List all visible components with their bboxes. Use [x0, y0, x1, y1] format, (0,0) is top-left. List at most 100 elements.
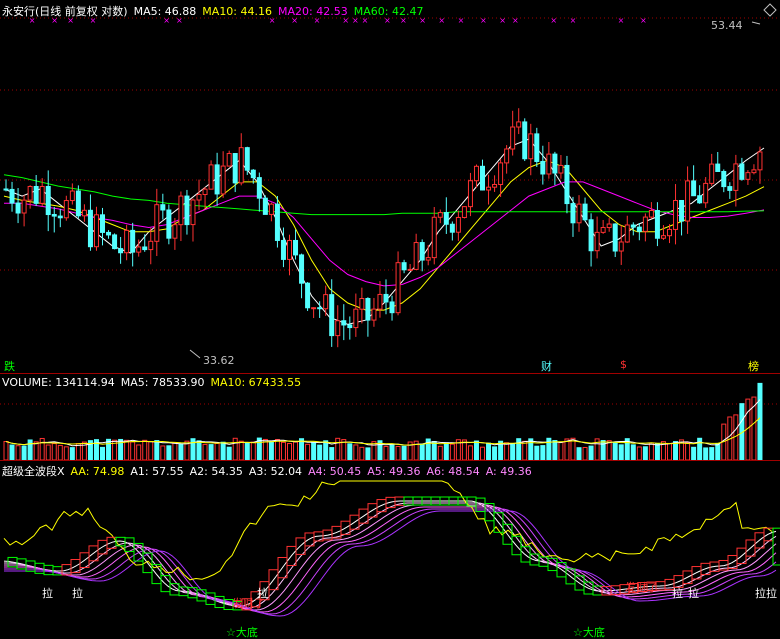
candle-body [106, 231, 112, 236]
volume-bar [232, 437, 238, 460]
candle-body [648, 210, 654, 218]
candle-body [757, 151, 763, 171]
a2-value: A2: 54.35 [189, 465, 243, 478]
ma-line-ma10 [3, 159, 765, 311]
volume-bar [516, 438, 522, 460]
signal-la: 拉 [755, 587, 766, 600]
candle-body [359, 298, 365, 310]
candle-body [63, 200, 69, 219]
volume-bar [27, 439, 33, 460]
candle-body [486, 186, 492, 191]
indicator-band-line [4, 508, 777, 615]
signal-dadi: ☆大底 [573, 626, 605, 639]
indicator-chart-canvas[interactable] [0, 461, 780, 639]
candle-body [232, 153, 238, 184]
candle-body [256, 177, 262, 199]
volume-bar [642, 446, 648, 460]
candle-body [703, 182, 709, 204]
low-price-label: 33.62 [203, 354, 235, 367]
candle-body [540, 160, 546, 175]
volume-bar [654, 443, 660, 460]
volume-bar [467, 445, 473, 460]
volume-value: VOLUME: 134114.94 [2, 376, 115, 389]
marker-bang[interactable]: 榜 [748, 358, 759, 374]
volume-bar [473, 440, 479, 460]
volume-bar [274, 438, 280, 460]
volume-bar [673, 441, 679, 460]
candle-body [202, 188, 208, 196]
volume-ma5-line [5, 399, 761, 447]
candle-body [100, 214, 106, 233]
a4-value: A4: 50.45 [308, 465, 362, 478]
signal-x-marker: × [618, 16, 625, 25]
a-value: A: 49.36 [485, 465, 532, 478]
candle-body [510, 126, 516, 150]
volume-bar [45, 444, 51, 460]
candle-body [558, 164, 564, 174]
candle-body [383, 293, 389, 303]
volume-bar [51, 443, 57, 460]
candle-body [377, 293, 383, 310]
candle-body [154, 204, 160, 242]
candle-body [244, 147, 250, 171]
ma20-value: MA20: 42.53 [278, 5, 348, 18]
candle-body [81, 209, 87, 217]
volume-bar [666, 442, 672, 460]
volume-bar [178, 443, 184, 460]
volume-bar [703, 447, 709, 460]
price-pane[interactable]: × × × × × × × × × × × × × × × × × × × × × × × × 永安行(日线 前复权 对数) M… [0, 0, 780, 373]
candle-body [190, 199, 196, 226]
candle-body [214, 164, 220, 195]
volume-bar [142, 439, 148, 460]
price-chart-canvas[interactable]: × × × × × × × × × × × × × × × × × × × × × × × × [0, 0, 780, 373]
candle-body [353, 308, 359, 329]
volume-bar [431, 441, 437, 460]
indicator-aa-line [3, 480, 773, 581]
candle-body [268, 203, 274, 215]
signal-facaile: 发财了 [232, 597, 265, 610]
candle-body [305, 282, 311, 309]
indicator-pane[interactable]: 超级全波段X AA: 74.98 A1: 57.55 A2: 54.35 A3: 52.… [0, 461, 780, 639]
diamond-icon [763, 3, 777, 17]
marker-dollar[interactable]: $ [620, 358, 627, 371]
volume-bar [449, 443, 455, 460]
volume-bar [39, 437, 45, 460]
candle-body [299, 254, 305, 284]
volume-bar [588, 445, 594, 460]
signal-x-marker: × [640, 16, 647, 25]
candle-body [636, 226, 642, 232]
marker-die[interactable]: 跌 [4, 358, 15, 374]
volume-bar [335, 437, 341, 460]
volume-bar [419, 443, 425, 460]
vol-ma5-value: MA5: 78533.90 [120, 376, 205, 389]
candle-body [588, 219, 594, 252]
candle-body [57, 215, 63, 219]
candle-body [528, 133, 534, 160]
candle-body [666, 228, 672, 237]
marker-cai[interactable]: 财 [541, 358, 552, 374]
indicator-band-line [4, 502, 777, 609]
candle-body [39, 185, 45, 204]
volume-bar [250, 441, 256, 460]
candle-body [516, 121, 522, 128]
candle-body [630, 224, 636, 228]
volume-bar [492, 446, 498, 460]
candle-body [293, 239, 299, 256]
volume-bar [69, 447, 75, 460]
volume-bar [630, 444, 636, 460]
candle-body [75, 190, 81, 217]
low-pointer [189, 349, 201, 359]
volume-bar [33, 441, 39, 460]
candle-body [184, 195, 190, 226]
signal-x-marker: × [499, 16, 506, 25]
volume-pane[interactable]: VOLUME: 134114.94 MA5: 78533.90 MA10: 6743… [0, 374, 780, 460]
volume-bar [100, 446, 106, 460]
candle-body [437, 212, 443, 218]
volume-bar [172, 442, 178, 460]
volume-bar [504, 442, 510, 460]
candle-body [413, 242, 419, 270]
candle-body [250, 169, 256, 179]
volume-bar [15, 445, 21, 460]
candle-body [69, 190, 75, 202]
candle-body [642, 216, 648, 232]
